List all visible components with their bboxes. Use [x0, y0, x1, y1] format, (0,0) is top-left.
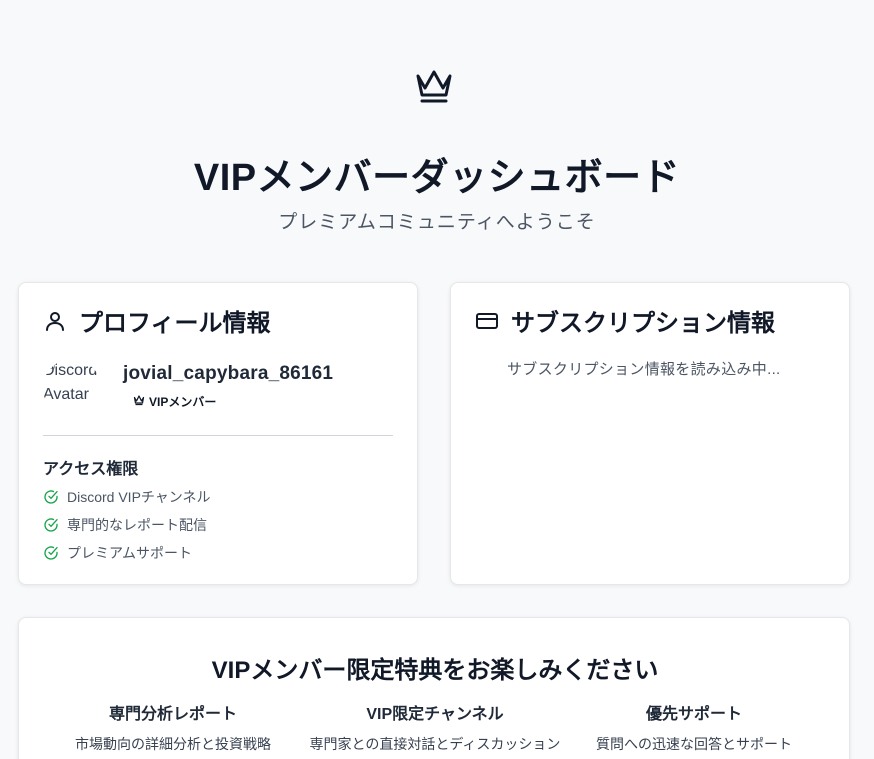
access-item: プレミアムサポート [43, 539, 211, 567]
small-crown-icon [133, 394, 145, 409]
profile-summary: Discord Avatar jovial_capybara_86161 VIP… [43, 359, 333, 417]
check-circle-icon [44, 518, 58, 532]
benefit-item: 優先サポート 質問への迅速な回答とサポート [564, 700, 824, 754]
page-subtitle: プレミアムコミュニティへようこそ [278, 212, 596, 233]
benefit-item: 専門分析レポート 市場動向の詳細分析と投資戦略 [43, 700, 303, 754]
profile-card: プロフィール情報 Discord Avatar jovial_capybara_… [18, 282, 418, 585]
benefit-description: 専門家との直接対話とディスカッション [309, 736, 561, 752]
subscription-card-header: サブスクリプション情報 [475, 303, 775, 338]
access-item-label: プレミアムサポート [67, 545, 193, 561]
access-item-label: Discord VIPチャンネル [67, 489, 211, 505]
benefit-item: VIP限定チャンネル 専門家との直接対話とディスカッション [305, 700, 565, 754]
benefit-description: 質問への迅速な回答とサポート [596, 736, 792, 752]
profile-card-title: プロフィール情報 [79, 310, 271, 337]
profile-card-header: プロフィール情報 [43, 303, 271, 338]
page-title: VIPメンバーダッシュボード [193, 157, 681, 199]
access-list: Discord VIPチャンネル 専門的なレポート配信 プレミアムサポート [43, 483, 211, 567]
benefit-description: 市場動向の詳細分析と投資戦略 [75, 736, 271, 752]
vip-badge-label: VIPメンバー [149, 395, 217, 409]
benefit-title: 優先サポート [645, 706, 742, 723]
access-title: アクセス権限 [43, 461, 139, 478]
avatar: Discord Avatar [43, 359, 101, 417]
benefits-card: VIPメンバー限定特典をお楽しみください 専門分析レポート 市場動向の詳細分析と… [18, 617, 850, 759]
user-info: jovial_capybara_86161 VIPメンバー [123, 359, 333, 410]
crown-icon [414, 66, 454, 106]
vip-badge: VIPメンバー [133, 393, 333, 410]
benefits-title: VIPメンバー限定特典をお楽しみください [211, 657, 659, 684]
divider [43, 435, 393, 436]
subscription-card: サブスクリプション情報 サブスクリプション情報を読み込み中... [450, 282, 850, 585]
access-item: 専門的なレポート配信 [43, 511, 211, 539]
username: jovial_capybara_86161 [123, 363, 334, 384]
subscription-loading-text: サブスクリプション情報を読み込み中... [507, 361, 781, 378]
credit-card-icon [475, 309, 499, 333]
avatar-alt-text: Discord Avatar [43, 362, 98, 403]
access-item: Discord VIPチャンネル [43, 483, 211, 511]
benefit-title: 専門分析レポート [108, 706, 237, 723]
check-circle-icon [44, 546, 58, 560]
user-icon [43, 309, 67, 333]
benefit-title: VIP限定チャンネル [366, 706, 504, 723]
access-item-label: 専門的なレポート配信 [67, 517, 207, 533]
check-circle-icon [44, 490, 58, 504]
subscription-card-title: サブスクリプション情報 [511, 310, 775, 337]
